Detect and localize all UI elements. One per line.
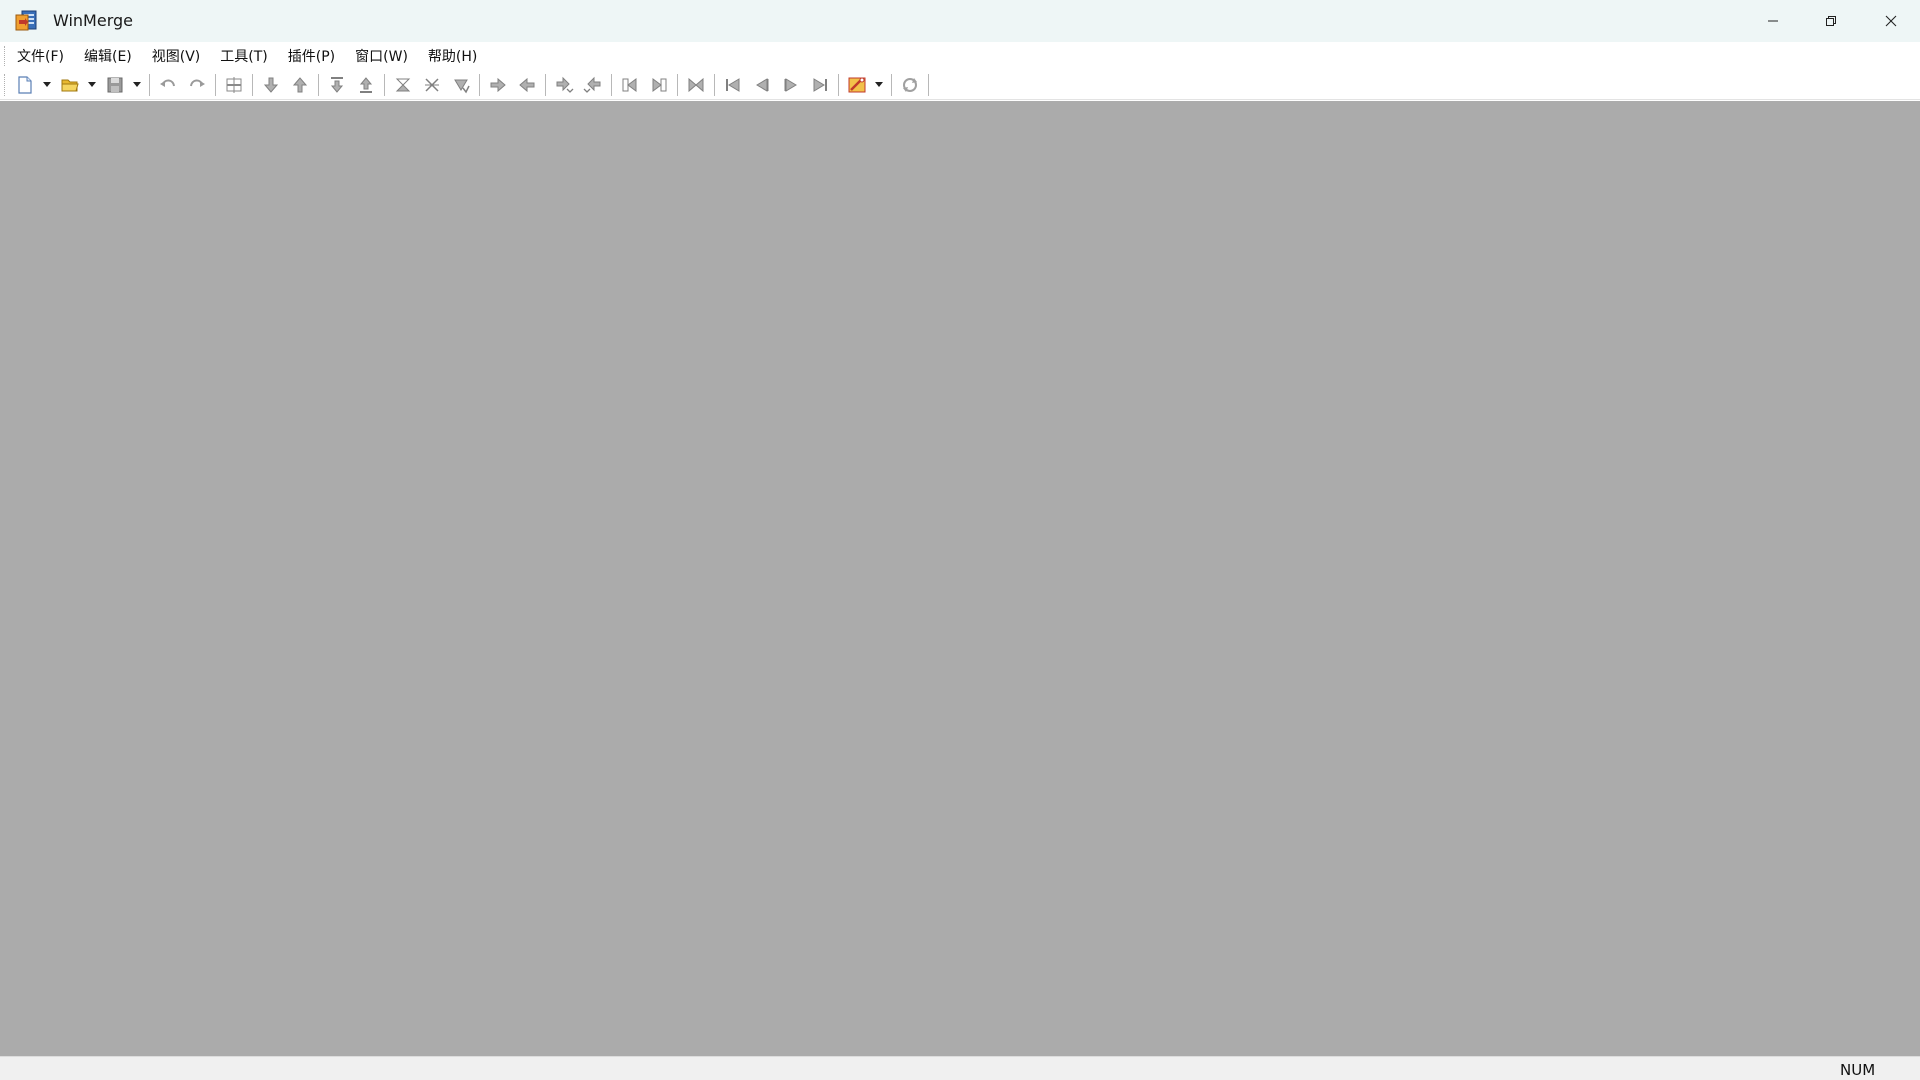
- toolbar-separator: [318, 73, 319, 96]
- prev-file-button[interactable]: [749, 72, 775, 98]
- menu-file[interactable]: 文件(F): [7, 42, 74, 70]
- first-diff-button[interactable]: [324, 72, 350, 98]
- copy-left-advance-icon: [583, 76, 601, 93]
- copy-right-button[interactable]: [485, 72, 511, 98]
- menu-plugins[interactable]: 插件(P): [278, 42, 345, 70]
- toolbar-separator: [215, 73, 216, 96]
- prev-file-icon: [756, 77, 769, 92]
- open-button[interactable]: [57, 72, 83, 98]
- copy-all-left-button[interactable]: [646, 72, 672, 98]
- menu-tools[interactable]: 工具(T): [210, 42, 277, 70]
- undo-button[interactable]: [155, 72, 181, 98]
- dropdown-arrow-icon: [133, 81, 141, 87]
- mdi-client-area[interactable]: [0, 101, 1920, 1056]
- window-title: WinMerge: [53, 11, 133, 30]
- diff-options-icon: [425, 77, 439, 92]
- open-dropdown[interactable]: [86, 72, 98, 98]
- next-file-icon: [784, 77, 797, 92]
- toolbar-separator: [479, 73, 480, 96]
- open-folder-icon: [61, 79, 79, 91]
- next-file-button[interactable]: [778, 72, 804, 98]
- menu-help[interactable]: 帮助(H): [418, 42, 487, 70]
- save-dropdown[interactable]: [131, 72, 143, 98]
- title-bar[interactable]: WinMerge: [0, 0, 1920, 42]
- redo-button[interactable]: [184, 72, 210, 98]
- status-bar: NUM: [0, 1056, 1920, 1080]
- menu-view[interactable]: 视图(V): [142, 42, 211, 70]
- diff-options-button[interactable]: [419, 72, 445, 98]
- new-button[interactable]: [12, 72, 38, 98]
- copy-all-left-icon: [652, 77, 667, 92]
- column-compare-icon: [226, 76, 242, 93]
- first-diff-icon: [330, 76, 344, 93]
- new-document-icon: [18, 75, 32, 94]
- prev-diff-button[interactable]: [287, 72, 313, 98]
- menu-window[interactable]: 窗口(W): [345, 42, 418, 70]
- close-icon: [1885, 15, 1897, 27]
- next-diff-icon: [263, 77, 279, 93]
- toolbar-separator: [838, 73, 839, 96]
- minimize-icon: [1768, 20, 1778, 22]
- num-lock-indicator: NUM: [1840, 1061, 1876, 1079]
- toolbar-separator: [714, 73, 715, 96]
- toolbar-grip[interactable]: [4, 74, 6, 96]
- copy-right-advance-icon: [556, 76, 574, 93]
- compare-columns-button[interactable]: [221, 72, 247, 98]
- prev-diff-icon: [292, 76, 308, 92]
- copy-all-right-button[interactable]: [617, 72, 643, 98]
- options-dropdown[interactable]: [873, 72, 885, 98]
- refresh-icon: [903, 77, 917, 92]
- copy-left-button[interactable]: [514, 72, 540, 98]
- copy-left-icon: [519, 77, 535, 92]
- save-button[interactable]: [102, 72, 128, 98]
- last-diff-button[interactable]: [353, 72, 379, 98]
- diff-select-icon: [454, 79, 470, 93]
- next-diff-button[interactable]: [258, 72, 284, 98]
- winmerge-logo-icon[interactable]: [14, 10, 38, 32]
- redo-icon: [190, 79, 205, 87]
- menu-bar: 文件(F) 编辑(E) 视图(V) 工具(T) 插件(P) 窗口(W) 帮助(H…: [0, 42, 1920, 70]
- current-diff-icon: [395, 78, 411, 91]
- save-icon: [107, 77, 123, 92]
- toolbar-separator: [677, 73, 678, 96]
- toolbar-separator: [384, 73, 385, 96]
- last-file-icon: [813, 77, 827, 92]
- toolbar-separator: [611, 73, 612, 96]
- merge-all-button[interactable]: [683, 72, 709, 98]
- close-button[interactable]: [1862, 0, 1920, 42]
- copy-all-right-icon: [622, 77, 637, 92]
- first-file-button[interactable]: [720, 72, 746, 98]
- menu-edit[interactable]: 编辑(E): [74, 42, 142, 70]
- toolbar-separator: [252, 73, 253, 96]
- toolbar-separator: [928, 73, 929, 96]
- toolbar-separator: [149, 73, 150, 96]
- toolbar-separator: [545, 73, 546, 96]
- current-diff-button[interactable]: [390, 72, 416, 98]
- dropdown-arrow-icon: [875, 81, 883, 87]
- refresh-button[interactable]: [897, 72, 923, 98]
- last-diff-icon: [359, 76, 373, 93]
- dropdown-arrow-icon: [88, 81, 96, 87]
- options-button[interactable]: [844, 72, 870, 98]
- copy-left-advance-button[interactable]: [580, 72, 606, 98]
- minimize-button[interactable]: [1744, 0, 1802, 42]
- dropdown-arrow-icon: [43, 81, 51, 87]
- restore-icon: [1826, 16, 1836, 26]
- diff-select-button[interactable]: [448, 72, 474, 98]
- menu-grip[interactable]: [4, 46, 6, 66]
- new-dropdown[interactable]: [41, 72, 53, 98]
- first-file-icon: [726, 77, 740, 92]
- copy-right-advance-button[interactable]: [551, 72, 577, 98]
- copy-right-icon: [490, 77, 506, 92]
- winmerge-window: WinMerge 文件(F) 编辑(E) 视图(V) 工具(T) 插件(P) 窗…: [0, 0, 1920, 1080]
- merge-icon: [688, 77, 704, 92]
- last-file-button[interactable]: [807, 72, 833, 98]
- toolbar: [0, 70, 1920, 100]
- restore-button[interactable]: [1802, 0, 1860, 42]
- toolbar-separator: [891, 73, 892, 96]
- options-icon: [848, 77, 866, 92]
- undo-icon: [160, 79, 175, 87]
